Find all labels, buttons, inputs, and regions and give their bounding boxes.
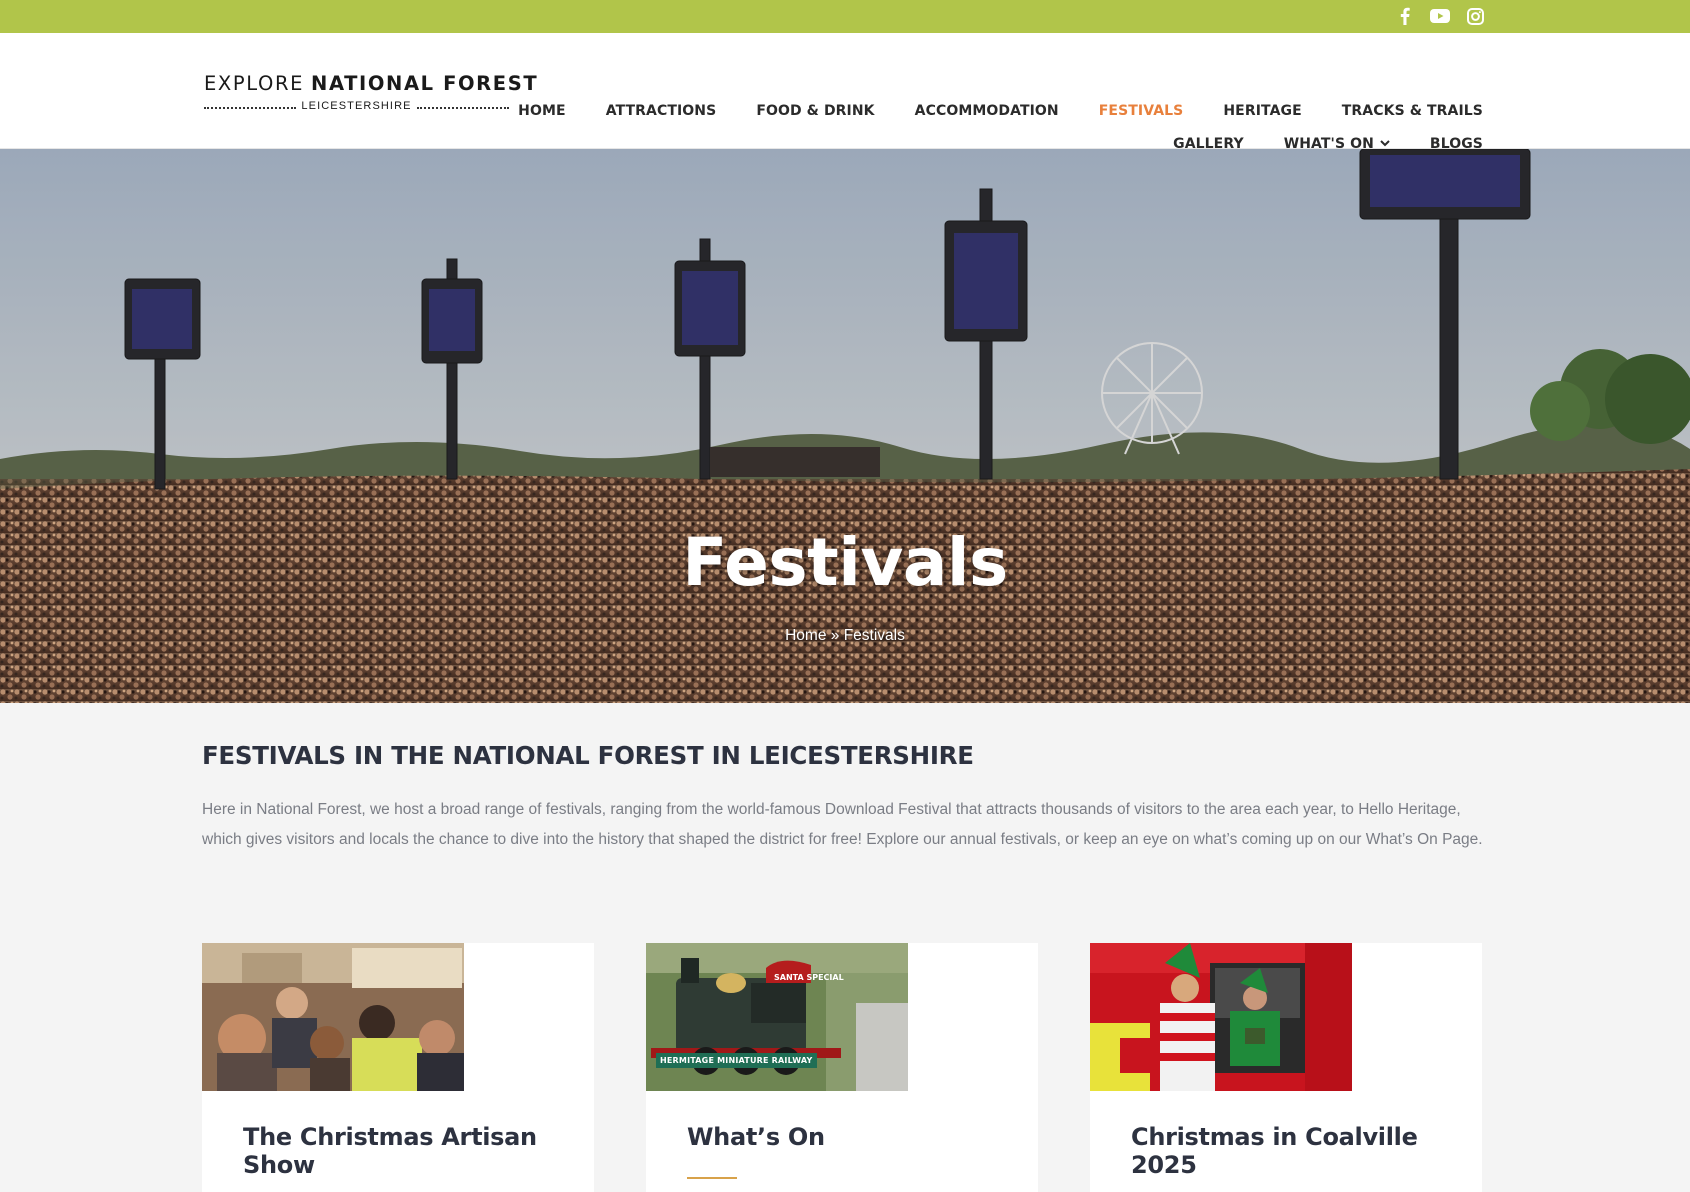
nav-item-accommodation[interactable]: ACCOMMODATION bbox=[915, 103, 1059, 119]
nav-item-food-drink[interactable]: FOOD & DRINK bbox=[756, 103, 874, 119]
card-image-artisan-show[interactable] bbox=[202, 943, 464, 1091]
card-title-underline bbox=[687, 1177, 737, 1179]
hero-banner: Festivals Home » Festivals bbox=[0, 149, 1690, 703]
breadcrumb: Home » Festivals bbox=[0, 627, 1690, 645]
logo-text-leicestershire: LEICESTERSHIRE bbox=[301, 100, 412, 112]
nav-item-attractions[interactable]: ATTRACTIONS bbox=[606, 103, 717, 119]
youtube-icon[interactable] bbox=[1430, 6, 1450, 26]
site-logo[interactable]: EXPLORE NATIONAL FOREST LEICESTERSHIRE bbox=[204, 71, 537, 112]
breadcrumb-home-link[interactable]: Home bbox=[785, 627, 826, 644]
nav-item-tracks-trails[interactable]: TRACKS & TRAILS bbox=[1342, 103, 1483, 119]
hero-festival-crowd-image bbox=[0, 149, 1690, 703]
card-title[interactable]: What’s On bbox=[687, 1123, 1007, 1151]
logo-text-explore: EXPLORE bbox=[204, 72, 305, 95]
logo-dots-left bbox=[204, 107, 297, 109]
nav-item-heritage[interactable]: HERITAGE bbox=[1223, 103, 1301, 119]
breadcrumb-separator: » bbox=[830, 627, 840, 644]
instagram-icon[interactable] bbox=[1465, 6, 1485, 26]
logo-wordmark: EXPLORE NATIONAL FOREST bbox=[204, 71, 537, 95]
nav-row-1: HOME ATTRACTIONS FOOD & DRINK ACCOMMODAT… bbox=[518, 94, 1483, 127]
page-title: Festivals bbox=[682, 524, 1008, 601]
festival-cards: The Christmas Artisan Show SANTA SPECIAL… bbox=[202, 943, 1482, 1192]
social-links bbox=[1395, 6, 1485, 26]
intro-paragraph: Here in National Forest, we host a broad… bbox=[202, 801, 1483, 848]
top-bar bbox=[0, 0, 1690, 33]
card-title[interactable]: The Christmas Artisan Show bbox=[243, 1123, 563, 1179]
card-image-whats-on[interactable]: SANTA SPECIAL HERMITAGE MINIATURE RAILWA… bbox=[646, 943, 908, 1091]
logo-text-national-forest: NATIONAL FOREST bbox=[311, 72, 539, 95]
breadcrumb-current: Festivals bbox=[843, 627, 905, 644]
card-title[interactable]: Christmas in Coalville 2025 bbox=[1131, 1123, 1451, 1179]
section-heading: FESTIVALS IN THE NATIONAL FOREST IN LEIC… bbox=[202, 741, 974, 770]
festival-card[interactable]: Christmas in Coalville 2025 bbox=[1090, 943, 1482, 1192]
nav-item-home[interactable]: HOME bbox=[518, 103, 566, 119]
logo-subline: LEICESTERSHIRE bbox=[204, 100, 509, 112]
festival-card[interactable]: The Christmas Artisan Show bbox=[202, 943, 594, 1192]
sign-santa-special: SANTA SPECIAL bbox=[774, 973, 844, 982]
logo-dots-right bbox=[416, 107, 509, 109]
festival-card[interactable]: SANTA SPECIAL HERMITAGE MINIATURE RAILWA… bbox=[646, 943, 1038, 1192]
nav-item-festivals[interactable]: FESTIVALS bbox=[1099, 103, 1184, 119]
chevron-down-icon bbox=[1380, 140, 1390, 147]
facebook-icon[interactable] bbox=[1395, 6, 1415, 26]
image-caption-railway: HERMITAGE MINIATURE RAILWAY bbox=[656, 1053, 817, 1068]
card-image-christmas-coalville[interactable] bbox=[1090, 943, 1352, 1091]
site-header: EXPLORE NATIONAL FOREST LEICESTERSHIRE H… bbox=[0, 33, 1690, 152]
